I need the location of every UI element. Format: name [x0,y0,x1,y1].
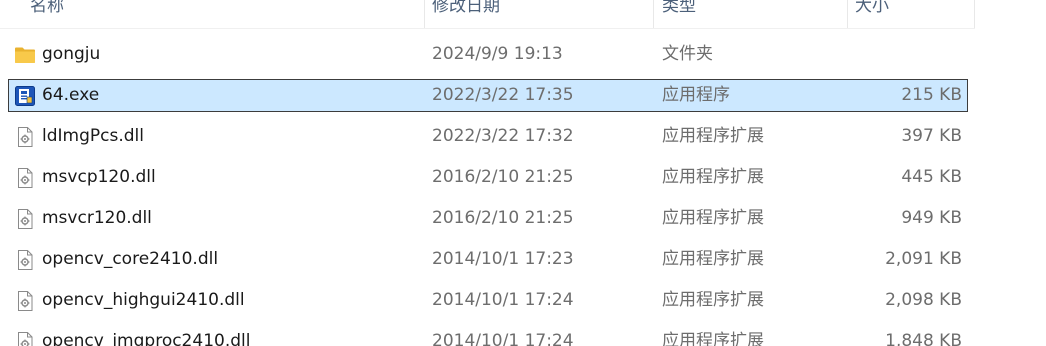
file-modified-date: 2024/9/9 19:13 [432,44,563,64]
file-name: msvcr120.dll [42,208,152,228]
column-divider[interactable] [424,0,425,28]
file-size: 2,098 KB [885,290,962,310]
file-row[interactable]: msvcp120.dll 2016/2/10 21:25 应用程序扩展 445 KB [8,161,968,194]
dll-icon [14,249,36,271]
column-header-name[interactable]: 名称 [30,0,64,20]
file-row[interactable]: msvcr120.dll 2016/2/10 21:25 应用程序扩展 949 KB [8,202,968,235]
file-type: 应用程序 [662,85,730,105]
file-size: 1,848 KB [885,331,962,346]
file-size: 445 KB [901,167,962,187]
file-type: 应用程序扩展 [662,208,764,228]
file-type: 应用程序扩展 [662,167,764,187]
file-type: 应用程序扩展 [662,331,764,346]
file-name: gongju [42,44,101,64]
file-row[interactable]: opencv_core2410.dll 2014/10/1 17:23 应用程序扩展… [8,243,968,276]
column-divider[interactable] [974,0,975,28]
file-row[interactable]: ldImgPcs.dll 2022/3/22 17:32 应用程序扩展 397 KB [8,120,968,153]
column-header-bar: 名称 修改日期 类型 大小 [0,0,975,29]
file-size: 949 KB [901,208,962,228]
file-type: 应用程序扩展 [662,290,764,310]
dll-icon [14,167,36,189]
file-type: 文件夹 [662,44,713,64]
file-name: 64.exe [42,85,100,105]
dll-icon [14,290,36,312]
dll-icon [14,208,36,230]
file-size: 215 KB [901,85,962,105]
dll-icon [14,331,36,346]
file-name: opencv_highgui2410.dll [42,290,245,310]
exe-icon [14,85,36,107]
column-header-type[interactable]: 类型 [662,0,696,20]
file-type: 应用程序扩展 [662,249,764,269]
folder-icon [14,44,36,66]
file-row[interactable]: gongju 2024/9/9 19:13 文件夹 [8,38,968,71]
file-modified-date: 2016/2/10 21:25 [432,167,574,187]
file-name: opencv_imgproc2410.dll [42,331,251,346]
file-name: msvcp120.dll [42,167,156,187]
column-divider[interactable] [847,0,848,28]
file-modified-date: 2014/10/1 17:24 [432,290,574,310]
file-type: 应用程序扩展 [662,126,764,146]
file-name: opencv_core2410.dll [42,249,219,269]
file-size: 397 KB [901,126,962,146]
column-header-date[interactable]: 修改日期 [432,0,500,20]
file-modified-date: 2022/3/22 17:32 [432,126,574,146]
file-name: ldImgPcs.dll [42,126,144,146]
file-modified-date: 2014/10/1 17:23 [432,249,574,269]
dll-icon [14,126,36,148]
file-row[interactable]: opencv_imgproc2410.dll 2014/10/1 17:24 应用程… [8,325,968,346]
file-modified-date: 2014/10/1 17:24 [432,331,574,346]
file-list-view: 名称 修改日期 类型 大小 gongju 2024/9/9 19:13 文件夹 64.… [0,0,1046,346]
file-size: 2,091 KB [885,249,962,269]
file-modified-date: 2016/2/10 21:25 [432,208,574,228]
column-divider[interactable] [653,0,654,28]
file-row[interactable]: 64.exe 2022/3/22 17:35 应用程序 215 KB [8,79,968,112]
column-header-size[interactable]: 大小 [855,0,889,20]
file-modified-date: 2022/3/22 17:35 [432,85,574,105]
file-row[interactable]: opencv_highgui2410.dll 2014/10/1 17:24 应用程… [8,284,968,317]
